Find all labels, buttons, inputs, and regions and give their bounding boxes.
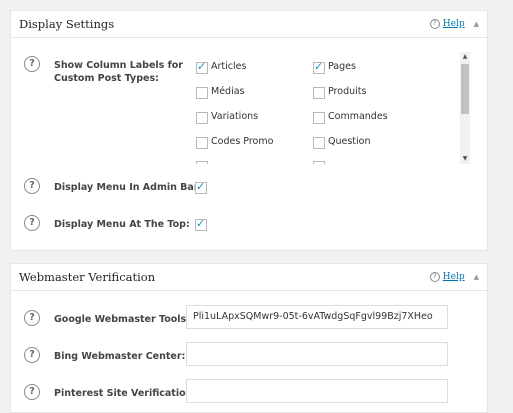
show-column-labels-label: Show Column Labels for Custom Post Types… [54,60,183,84]
webmaster-verification-header: Webmaster Verification ? Help ▲ [11,264,487,291]
checkbox-question[interactable] [313,137,325,149]
help-question-icon[interactable]: ? [24,215,40,231]
help-question-icon[interactable]: ? [24,384,40,400]
collapse-triangle-icon[interactable]: ▲ [474,273,479,281]
display-settings-help-link[interactable]: Help [443,19,465,29]
display-settings-header: Display Settings ? Help ▲ [11,11,487,38]
scrollbar-thumb[interactable] [461,64,469,114]
bing-webmaster-label: Bing Webmaster Center: [54,351,186,362]
webmaster-verification-help: ? Help ▲ [429,272,479,282]
help-question-icon[interactable]: ? [24,56,40,72]
help-question-icon[interactable]: ? [24,178,40,194]
checkbox-partial-row[interactable] [196,161,208,164]
scroll-down-icon[interactable]: ▼ [460,154,470,164]
pinterest-verification-input[interactable] [186,379,448,403]
checkbox-menu-admin-bar[interactable] [195,180,207,194]
help-question-icon[interactable]: ? [24,347,40,363]
display-settings-help: ? Help ▲ [429,19,479,29]
option-label-articles: Articles [211,61,247,72]
bing-webmaster-input[interactable] [186,342,448,366]
option-label-medias: Médias [211,86,245,97]
webmaster-verification-title: Webmaster Verification [19,270,156,284]
google-webmaster-input[interactable]: Pli1uLApxSQMwr9-05t-6vATwdgSqFgvl99Bzj7X… [186,305,448,329]
checkbox-articles[interactable] [196,60,208,74]
display-settings-title: Display Settings [19,17,115,31]
option-label-question: Question [328,136,371,147]
post-types-checkbox-list[interactable]: Articles Pages Médias Produits Variation… [185,52,471,164]
option-label-commandes: Commandes [328,111,388,122]
checkbox-variations[interactable] [196,112,208,124]
checkbox-medias[interactable] [196,87,208,99]
post-types-scrollbar[interactable]: ▲ ▼ [460,52,470,164]
help-question-icon: ? [429,272,440,282]
help-question-icon: ? [429,19,440,29]
checkbox-pages[interactable] [313,60,325,74]
scroll-up-icon[interactable]: ▲ [460,52,470,62]
google-webmaster-label: Google Webmaster Tools: [54,314,190,325]
checkbox-produits[interactable] [313,87,325,99]
option-label-codes-promo: Codes Promo [211,136,274,147]
checkbox-commandes[interactable] [313,112,325,124]
menu-admin-bar-label: Display Menu In Admin Bar: [54,182,203,193]
pinterest-verification-label: Pinterest Site Verification: [54,388,197,399]
checkbox-codes-promo[interactable] [196,137,208,149]
collapse-triangle-icon[interactable]: ▲ [474,20,479,28]
menu-top-label: Display Menu At The Top: [54,219,190,230]
option-label-pages: Pages [328,61,356,72]
checkbox-partial-row[interactable] [313,161,325,164]
help-question-icon[interactable]: ? [24,310,40,326]
option-label-produits: Produits [328,86,367,97]
checkbox-menu-top[interactable] [195,217,207,231]
option-label-variations: Variations [211,111,259,122]
webmaster-help-link[interactable]: Help [443,272,465,282]
